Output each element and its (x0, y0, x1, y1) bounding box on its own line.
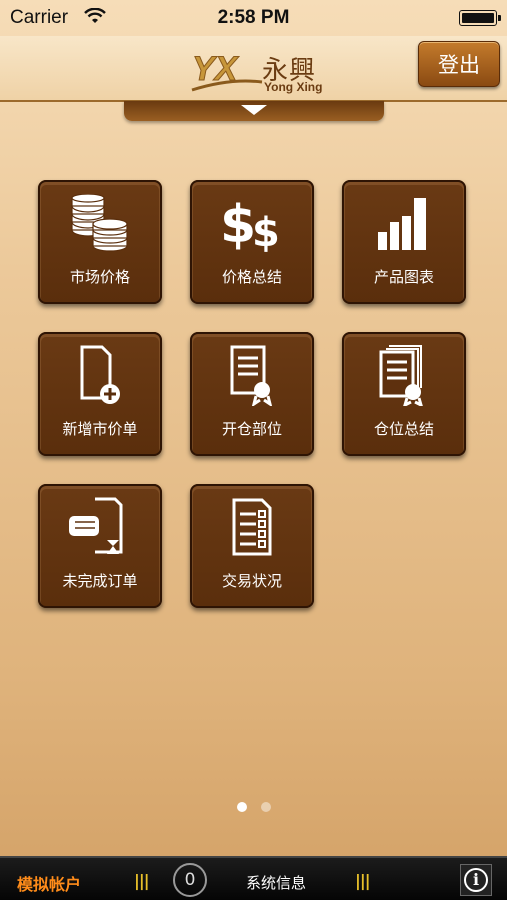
tile-label: 开仓部位 (221, 420, 282, 438)
tile-label: 仓位总结 (373, 420, 434, 438)
hand-hourglass-icon (38, 494, 162, 560)
menu-tile-market-price[interactable]: 市场价格 (38, 180, 162, 304)
status-bar: Carrier 2:58 PM (0, 0, 507, 36)
tile-label: 价格总结 (221, 268, 282, 286)
info-button[interactable]: i (460, 864, 492, 896)
coins-icon (38, 190, 162, 256)
logo-english-name: Yong Xing (264, 80, 323, 94)
message-count-badge[interactable]: 0 (173, 863, 207, 897)
menu-tile-position-summary[interactable]: 仓位总结 (342, 332, 466, 456)
svg-text:$: $ (252, 210, 280, 252)
separator-bars-icon: ||| (355, 871, 371, 890)
page-indicator[interactable] (0, 797, 507, 816)
tile-label: 产品图表 (373, 268, 434, 286)
page-dot-1[interactable] (236, 802, 247, 812)
certificate-stack-icon (342, 342, 466, 408)
menu-tile-pending-orders[interactable]: 未完成订单 (38, 484, 162, 608)
demo-account-label[interactable]: 模拟帐户 (17, 871, 81, 895)
menu-tile-product-chart[interactable]: 产品图表 (342, 180, 466, 304)
battery-icon (459, 10, 501, 26)
clock: 2:58 PM (217, 7, 290, 28)
separator-bars-icon: ||| (134, 871, 150, 890)
menu-tile-open-positions[interactable]: 开仓部位 (190, 332, 314, 456)
tile-label: 市场价格 (69, 268, 130, 286)
svg-text:$: $ (220, 195, 256, 252)
tile-label: 交易状况 (221, 572, 282, 590)
tile-label: 新增市价单 (62, 420, 138, 438)
app-header: YX 永興 Yong Xing 登出 (0, 36, 507, 102)
checklist-icon (190, 494, 314, 560)
certificate-icon (190, 342, 314, 408)
page-dot-2[interactable] (260, 802, 271, 812)
pull-down-tab[interactable] (124, 101, 384, 121)
info-icon: i (464, 868, 488, 892)
logout-button[interactable]: 登出 (418, 41, 500, 87)
bottom-bar: 模拟帐户 ||| 0 系统信息 ||| i (0, 856, 507, 900)
triangle-down-icon (241, 105, 267, 115)
menu-tile-price-summary[interactable]: $ $ 价格总结 (190, 180, 314, 304)
bar-chart-icon (342, 190, 466, 256)
menu-tile-new-market-order[interactable]: 新增市价单 (38, 332, 162, 456)
system-message-button[interactable]: 系统信息 (246, 872, 306, 893)
tile-label: 未完成订单 (62, 572, 138, 590)
menu-tile-trading-status[interactable]: 交易状况 (190, 484, 314, 608)
add-document-icon (38, 342, 162, 408)
dollar-icon: $ $ (190, 190, 314, 256)
